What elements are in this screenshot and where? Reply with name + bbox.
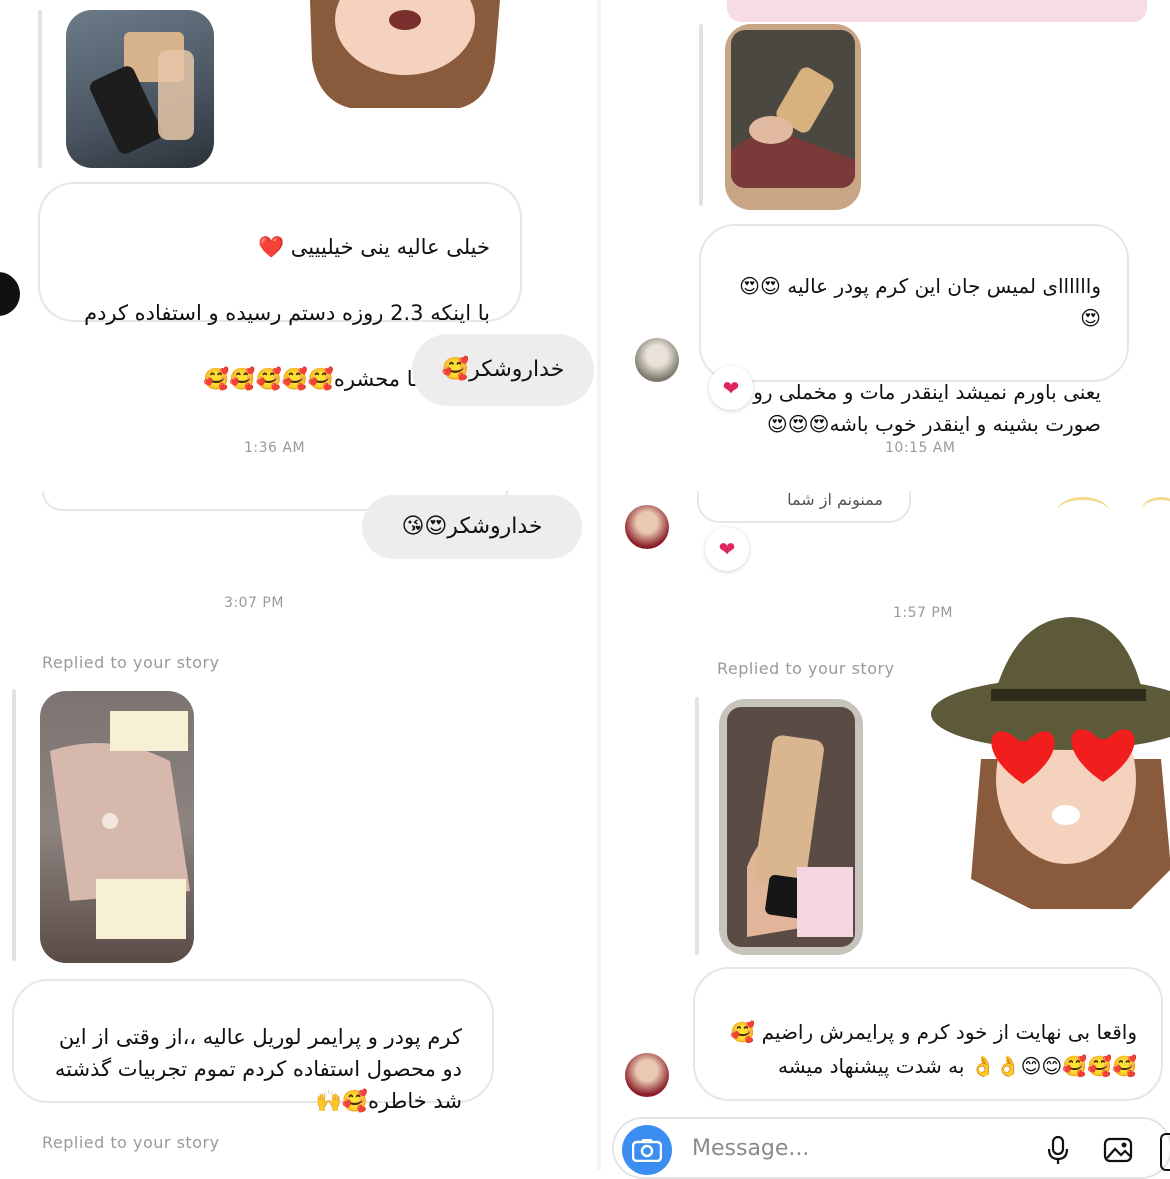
sender-avatar[interactable] bbox=[625, 1053, 669, 1097]
message-input[interactable]: Message... bbox=[692, 1136, 809, 1161]
reply-quote-bar bbox=[38, 10, 42, 168]
story-thumbnail[interactable] bbox=[725, 24, 861, 210]
collage-divider-vertical bbox=[597, 0, 601, 1170]
foundation-bottle-image bbox=[89, 32, 194, 154]
replied-to-story-label: Replied to your story bbox=[42, 653, 220, 672]
sticker-button[interactable] bbox=[1160, 1133, 1170, 1171]
camera-button[interactable] bbox=[622, 1125, 672, 1175]
received-message-bubble: خیلی عالیه ینی خیلیییی ❤️ با اینکه 2.3 ر… bbox=[38, 182, 522, 391]
message-text-1: واااااای لمیس جان این کرم پودر عالیه 😍😍😍 bbox=[739, 274, 1101, 330]
story-thumbnail[interactable] bbox=[40, 691, 194, 963]
foundation-tube-image bbox=[727, 707, 855, 947]
chat-panel-bottom-left: خداروشکر😍😘 3:07 PM Replied to your story… bbox=[0, 491, 597, 1170]
partial-message-text: ممنونم از شما bbox=[787, 491, 883, 509]
received-message-bubble: واقعا بی نهایت از خود کرم و پرایمرش راضی… bbox=[693, 967, 1163, 1101]
replied-to-story-label: Replied to your story bbox=[717, 659, 895, 678]
sent-message-bubble: خداروشکر😍😘 bbox=[362, 495, 582, 559]
memoji-sticker bbox=[931, 609, 1170, 909]
left-edge-control[interactable] bbox=[0, 272, 20, 316]
message-text: کرم پودر و پرایمر لوریل عالیه ،،از وقتی … bbox=[54, 1025, 462, 1113]
timestamp: 3:07 PM bbox=[224, 595, 284, 611]
timestamp: 1:36 AM bbox=[244, 440, 306, 456]
chat-panel-top-right: واااااای لمیس جان این کرم پودر عالیه 😍😍😍… bbox=[601, 0, 1170, 488]
story-thumbnail[interactable] bbox=[66, 10, 214, 168]
emoji-partial-2 bbox=[1141, 497, 1170, 526]
sender-avatar[interactable] bbox=[635, 338, 679, 382]
memoji-sticker bbox=[300, 0, 510, 112]
chat-panel-top-left: خیلی عالیه ینی خیلیییی ❤️ با اینکه 2.3 ر… bbox=[0, 0, 597, 488]
hand-swatch-image bbox=[50, 711, 190, 939]
emoji-partial bbox=[1057, 497, 1109, 526]
heart-reaction-icon[interactable]: ❤ bbox=[705, 527, 749, 571]
received-message-bubble: واااااای لمیس جان این کرم پودر عالیه 😍😍😍… bbox=[699, 224, 1129, 436]
partial-top-bubble bbox=[727, 0, 1147, 22]
camera-icon bbox=[632, 1139, 662, 1162]
partial-received-bubble: ممنونم از شما bbox=[697, 491, 911, 523]
message-line-2: با اینکه 2.3 روزه دستم رسیده و استفاده ک… bbox=[84, 301, 490, 325]
sender-avatar[interactable] bbox=[625, 505, 669, 549]
reply-quote-bar bbox=[12, 689, 16, 961]
received-message-bubble: کرم پودر و پرایمر لوریل عالیه ،،از وقتی … bbox=[12, 979, 494, 1113]
sent-message-text: خداروشکر😍😘 bbox=[401, 514, 543, 539]
message-text: واقعا بی نهایت از خود کرم و پرایمرش راضی… bbox=[730, 1020, 1137, 1078]
gallery-icon[interactable] bbox=[1102, 1134, 1134, 1166]
microphone-icon[interactable] bbox=[1042, 1134, 1074, 1166]
timestamp: 10:15 AM bbox=[885, 440, 956, 456]
message-line-1: خیلی عالیه ینی خیلیییی ❤️ bbox=[257, 235, 490, 259]
hand-with-foundation-image bbox=[731, 30, 855, 188]
sent-message-bubble: خداروشکر🥰 bbox=[412, 334, 594, 406]
heart-reaction-icon[interactable]: ❤ bbox=[709, 366, 753, 410]
message-text-2: یعنی باورم نمیشد اینقدر مات و مخملی رو ص… bbox=[753, 380, 1101, 436]
reply-quote-bar bbox=[699, 24, 703, 206]
replied-to-story-label: Replied to your story bbox=[42, 1133, 220, 1152]
story-thumbnail[interactable] bbox=[719, 699, 863, 955]
chat-panel-bottom-right: ممنونم از شما ❤ 1:57 PM Replied to your … bbox=[601, 491, 1170, 1117]
sent-message-text: خداروشکر🥰 bbox=[441, 357, 565, 382]
reply-quote-bar bbox=[695, 697, 699, 955]
